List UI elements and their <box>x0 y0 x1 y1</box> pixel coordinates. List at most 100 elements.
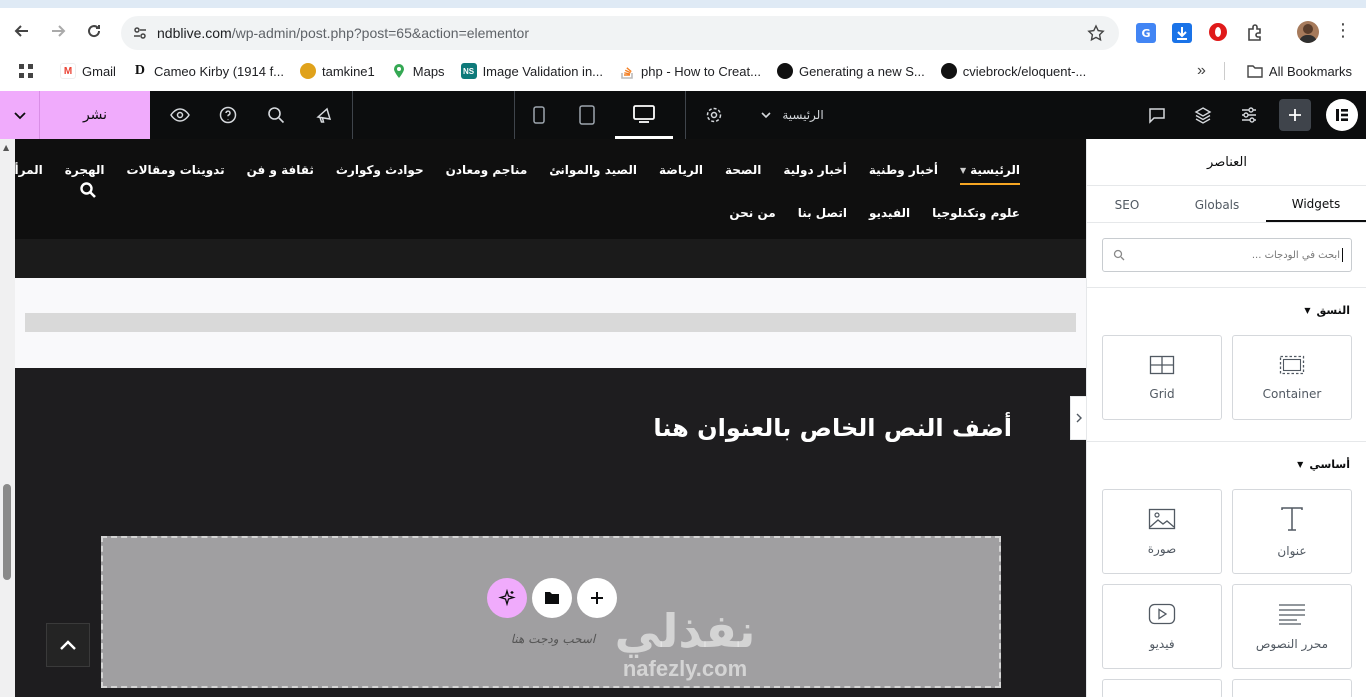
forward-icon[interactable] <box>42 15 74 47</box>
url-host: ndblive.com <box>157 25 232 41</box>
caret-down-icon: ▼ <box>1304 306 1311 315</box>
tamkine-icon <box>300 63 317 79</box>
help-icon[interactable] <box>204 91 252 139</box>
nav-item-home[interactable]: الرئيسية ▼ <box>959 163 1020 185</box>
chrome-menu-icon[interactable]: ⋮ <box>1334 22 1352 42</box>
nav-item[interactable]: الصحة <box>725 163 761 177</box>
tab-seo[interactable]: SEO <box>1087 187 1167 223</box>
site-settings-sliders-icon[interactable] <box>1226 91 1272 139</box>
page-settings-gear-icon[interactable] <box>686 91 742 139</box>
nav-item[interactable]: اتصل بنا <box>798 206 847 220</box>
back-icon[interactable] <box>6 15 38 47</box>
widget-partial[interactable] <box>1232 679 1352 697</box>
preview-eye-icon[interactable] <box>156 91 204 139</box>
widget-search-input[interactable]: ابحث في الودجات ... <box>1102 238 1352 272</box>
heading-widget[interactable]: أضف النص الخاص بالعنوان هنا <box>653 414 1012 442</box>
back-to-top-button[interactable] <box>46 623 90 667</box>
device-desktop-icon[interactable] <box>615 91 673 139</box>
site-search-icon[interactable] <box>79 181 97 203</box>
divider <box>1087 287 1366 288</box>
widget-grid[interactable]: Grid <box>1102 335 1222 420</box>
address-bar[interactable]: ndblive.com/wp-admin/post.php?post=65&ac… <box>121 16 1119 50</box>
url-text: ndblive.com/wp-admin/post.php?post=65&ac… <box>157 25 529 41</box>
structure-layers-icon[interactable] <box>1180 91 1226 139</box>
widget-label: Grid <box>1149 386 1175 401</box>
placeholder-section <box>15 278 1086 368</box>
all-bookmarks-folder[interactable]: All Bookmarks <box>1239 64 1360 79</box>
nav-item[interactable]: حوادث وكوارث <box>336 163 424 177</box>
bookmark-label: Maps <box>412 63 445 79</box>
more-bookmarks-icon[interactable]: » <box>1197 62 1206 80</box>
widget-image[interactable]: صورة <box>1102 489 1222 574</box>
notes-comment-icon[interactable] <box>1134 91 1180 139</box>
widget-container[interactable]: Container <box>1232 335 1352 420</box>
add-template-button[interactable] <box>532 578 572 618</box>
translate-extension-icon[interactable]: G <box>1136 23 1156 43</box>
bookmark-php[interactable]: php - How to Creat... <box>611 63 769 79</box>
bookmark-cviebrock[interactable]: cviebrock/eloquent-... <box>933 63 1095 79</box>
tab-widgets[interactable]: Widgets <box>1266 187 1366 223</box>
bookmark-gmail[interactable]: M Gmail <box>52 63 124 79</box>
widget-text-editor[interactable]: محرر النصوص <box>1232 584 1352 669</box>
drop-hint-text: اسحب ودجت هنا <box>510 632 596 646</box>
apps-grid-icon[interactable] <box>18 63 34 79</box>
nav-item[interactable]: الفيديو <box>869 206 910 220</box>
nav-item[interactable]: الهجرة <box>65 163 105 177</box>
bookmark-tamkine[interactable]: tamkine1 <box>292 63 383 79</box>
site-info-icon[interactable] <box>131 24 149 42</box>
page-selector[interactable]: الرئيسية <box>742 91 842 139</box>
widget-label: فيديو <box>1149 636 1175 651</box>
category-layout[interactable]: النسق ▼ <box>1304 304 1350 317</box>
bookmark-maps[interactable]: Maps <box>383 63 453 79</box>
nav-item[interactable]: الصيد والموانئ <box>549 163 637 177</box>
widgets-panel: العناصر Widgets Globals SEO ابحث في الود… <box>1086 139 1366 697</box>
chevron-right-icon <box>1076 413 1082 423</box>
add-element-plus-icon[interactable] <box>1279 99 1311 131</box>
bookmark-generating[interactable]: Generating a new S... <box>769 63 933 79</box>
nav-item[interactable]: الرياضة <box>659 163 703 177</box>
publish-button[interactable]: نشر <box>40 91 150 139</box>
chevron-down-icon <box>761 112 771 119</box>
nav-item[interactable]: أخبار وطنية <box>869 163 938 177</box>
panel-collapse-toggle[interactable] <box>1070 396 1086 440</box>
download-extension-icon[interactable] <box>1172 23 1192 43</box>
widget-video[interactable]: فيديو <box>1102 584 1222 669</box>
nav-item[interactable]: علوم وتكنلوجيا <box>932 206 1020 220</box>
scroll-up-arrow-icon[interactable]: ▲ <box>3 143 9 152</box>
bookmark-label: Generating a new S... <box>798 63 925 79</box>
nav-item[interactable]: أخبار دولية <box>783 163 847 177</box>
bookmark-star-icon[interactable] <box>1087 24 1105 42</box>
publish-options-chevron-icon[interactable] <box>0 91 40 139</box>
bookmark-label: Image Validation in... <box>482 63 604 79</box>
elementor-logo-icon[interactable] <box>1318 91 1366 139</box>
category-basic[interactable]: أساسي ▼ <box>1297 458 1350 471</box>
announcements-megaphone-icon[interactable] <box>300 91 348 139</box>
nav-item[interactable]: من نحن <box>729 206 775 220</box>
device-mobile-icon[interactable] <box>519 91 559 139</box>
extensions-puzzle-icon[interactable] <box>1245 23 1265 43</box>
search-icon[interactable] <box>252 91 300 139</box>
empty-container-drop-zone[interactable]: اسحب ودجت هنا <box>101 536 1001 688</box>
widget-heading[interactable]: عنوان <box>1232 489 1352 574</box>
bookmark-image-validation[interactable]: NS Image Validation in... <box>453 63 611 79</box>
device-tablet-icon[interactable] <box>559 91 615 139</box>
ns-icon: NS <box>460 63 477 79</box>
add-section-button[interactable] <box>577 578 617 618</box>
bookmark-cameo[interactable]: D Cameo Kirby (1914 f... <box>124 63 292 79</box>
bookmark-divider <box>1223 62 1225 80</box>
nav-item[interactable]: المرأة والمجتمع <box>15 163 43 177</box>
nav-item[interactable]: تدوينات ومقالات <box>127 163 225 177</box>
reload-icon[interactable] <box>78 15 110 47</box>
chevron-up-icon <box>60 640 76 650</box>
opera-extension-icon[interactable] <box>1209 23 1227 41</box>
ai-sparkle-button[interactable] <box>487 578 527 618</box>
tab-globals[interactable]: Globals <box>1172 187 1262 223</box>
profile-avatar[interactable] <box>1297 21 1319 43</box>
widget-partial[interactable] <box>1102 679 1222 697</box>
canvas-scrollbar-thumb[interactable] <box>3 484 11 580</box>
bookmarks-bar: M Gmail D Cameo Kirby (1914 f... tamkine1 … <box>0 56 1366 86</box>
nav-item[interactable]: ثقافة و فن <box>247 163 314 177</box>
nav-item[interactable]: مناجم ومعادن <box>446 163 528 177</box>
widget-label: Container <box>1262 386 1322 401</box>
maps-icon <box>391 63 407 79</box>
